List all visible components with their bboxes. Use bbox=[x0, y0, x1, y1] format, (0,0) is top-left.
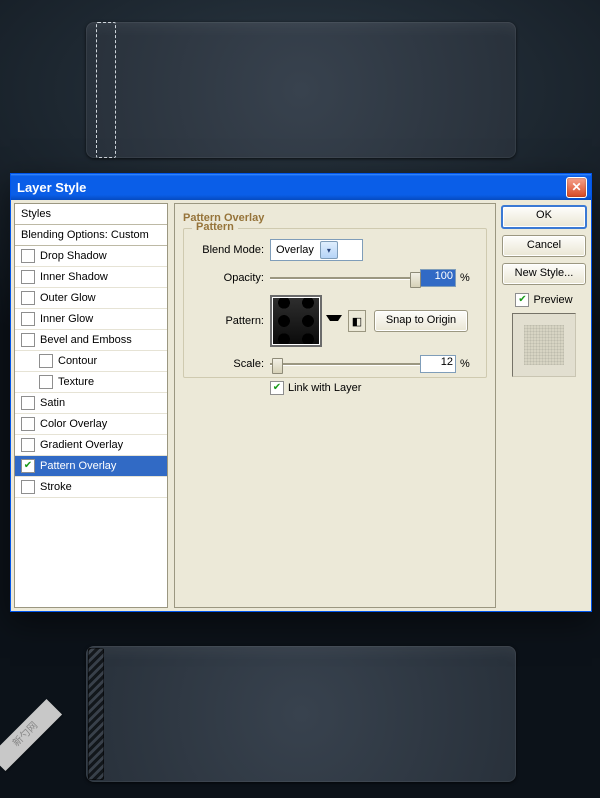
preview-bar-top bbox=[86, 22, 516, 158]
style-row-label: Drop Shadow bbox=[40, 250, 107, 262]
preview-checkbox[interactable]: ✔ bbox=[515, 293, 529, 307]
style-row-stroke[interactable]: Stroke bbox=[15, 477, 167, 498]
style-row-label: Inner Shadow bbox=[40, 271, 108, 283]
styles-header[interactable]: Styles bbox=[15, 204, 167, 225]
fieldset-legend: Pattern bbox=[192, 221, 238, 233]
style-row-gradient-overlay[interactable]: Gradient Overlay bbox=[15, 435, 167, 456]
link-with-layer-checkbox[interactable]: ✔ bbox=[270, 381, 284, 395]
style-row-label: Color Overlay bbox=[40, 418, 107, 430]
style-row-label: Pattern Overlay bbox=[40, 460, 116, 472]
selection-marquee bbox=[96, 22, 116, 158]
style-row-drop-shadow[interactable]: Drop Shadow bbox=[15, 246, 167, 267]
style-row-label: Gradient Overlay bbox=[40, 439, 123, 451]
checkbox-icon[interactable] bbox=[39, 354, 53, 368]
style-row-texture[interactable]: Texture bbox=[15, 372, 167, 393]
style-row-outer-glow[interactable]: Outer Glow bbox=[15, 288, 167, 309]
style-row-inner-shadow[interactable]: Inner Shadow bbox=[15, 267, 167, 288]
blending-options-row[interactable]: Blending Options: Custom bbox=[15, 225, 167, 246]
dialog-buttons: OK Cancel New Style... ✔ Preview bbox=[502, 203, 588, 608]
style-row-label: Stroke bbox=[40, 481, 72, 493]
link-with-layer-label: Link with Layer bbox=[288, 382, 361, 394]
pattern-grip-overlay bbox=[88, 648, 104, 780]
cancel-button[interactable]: Cancel bbox=[502, 235, 586, 257]
style-row-satin[interactable]: Satin bbox=[15, 393, 167, 414]
pattern-label: Pattern: bbox=[194, 315, 264, 327]
opacity-slider[interactable] bbox=[270, 270, 420, 286]
ok-button[interactable]: OK bbox=[501, 205, 587, 229]
checkbox-icon[interactable] bbox=[21, 312, 35, 326]
style-row-label: Inner Glow bbox=[40, 313, 93, 325]
styles-list: Styles Blending Options: Custom Drop Sha… bbox=[14, 203, 168, 608]
style-row-label: Contour bbox=[58, 355, 97, 367]
preview-thumbnail bbox=[512, 313, 576, 377]
style-row-bevel-emboss[interactable]: Bevel and Emboss bbox=[15, 330, 167, 351]
opacity-input[interactable]: 100 bbox=[420, 269, 456, 287]
close-icon[interactable]: ✕ bbox=[566, 177, 587, 198]
pattern-fieldset: Pattern Blend Mode: Overlay ▾ Opacity: 1… bbox=[183, 228, 487, 378]
checkbox-icon[interactable] bbox=[39, 375, 53, 389]
window-title: Layer Style bbox=[17, 180, 86, 195]
scale-input[interactable]: 12 bbox=[420, 355, 456, 373]
checkbox-icon[interactable] bbox=[21, 396, 35, 410]
new-style-button[interactable]: New Style... bbox=[502, 263, 586, 285]
checkbox-icon[interactable] bbox=[21, 438, 35, 452]
style-row-label: Satin bbox=[40, 397, 65, 409]
snap-to-origin-button[interactable]: Snap to Origin bbox=[374, 310, 468, 332]
scale-slider[interactable] bbox=[270, 356, 420, 372]
titlebar[interactable]: Layer Style ✕ bbox=[11, 174, 591, 200]
options-panel: Pattern Overlay Pattern Blend Mode: Over… bbox=[174, 203, 496, 608]
watermark-ribbon: 新勺网 bbox=[0, 699, 62, 771]
checkbox-icon[interactable] bbox=[21, 291, 35, 305]
preview-label: Preview bbox=[533, 294, 572, 306]
checkbox-icon[interactable]: ✔ bbox=[21, 459, 35, 473]
pattern-swatch[interactable] bbox=[270, 295, 322, 347]
checkbox-icon[interactable] bbox=[21, 270, 35, 284]
checkbox-icon[interactable] bbox=[21, 480, 35, 494]
style-row-inner-glow[interactable]: Inner Glow bbox=[15, 309, 167, 330]
style-row-contour[interactable]: Contour bbox=[15, 351, 167, 372]
new-preset-icon[interactable]: ◧ bbox=[348, 310, 366, 332]
checkbox-icon[interactable] bbox=[21, 249, 35, 263]
chevron-down-icon[interactable] bbox=[326, 315, 342, 327]
opacity-label: Opacity: bbox=[194, 272, 264, 284]
opacity-unit: % bbox=[460, 272, 470, 284]
chevron-down-icon: ▾ bbox=[320, 241, 338, 259]
style-row-label: Texture bbox=[58, 376, 94, 388]
style-row-color-overlay[interactable]: Color Overlay bbox=[15, 414, 167, 435]
blend-mode-value: Overlay bbox=[276, 244, 314, 256]
checkbox-icon[interactable] bbox=[21, 417, 35, 431]
blend-mode-select[interactable]: Overlay ▾ bbox=[270, 239, 363, 261]
checkbox-icon[interactable] bbox=[21, 333, 35, 347]
blend-mode-label: Blend Mode: bbox=[194, 244, 264, 256]
style-row-pattern-overlay[interactable]: ✔ Pattern Overlay bbox=[15, 456, 167, 477]
scale-label: Scale: bbox=[194, 358, 264, 370]
preview-bar-bottom bbox=[86, 646, 516, 782]
style-row-label: Outer Glow bbox=[40, 292, 96, 304]
layer-style-dialog: Layer Style ✕ Styles Blending Options: C… bbox=[10, 173, 592, 612]
style-row-label: Bevel and Emboss bbox=[40, 334, 132, 346]
scale-unit: % bbox=[460, 358, 470, 370]
